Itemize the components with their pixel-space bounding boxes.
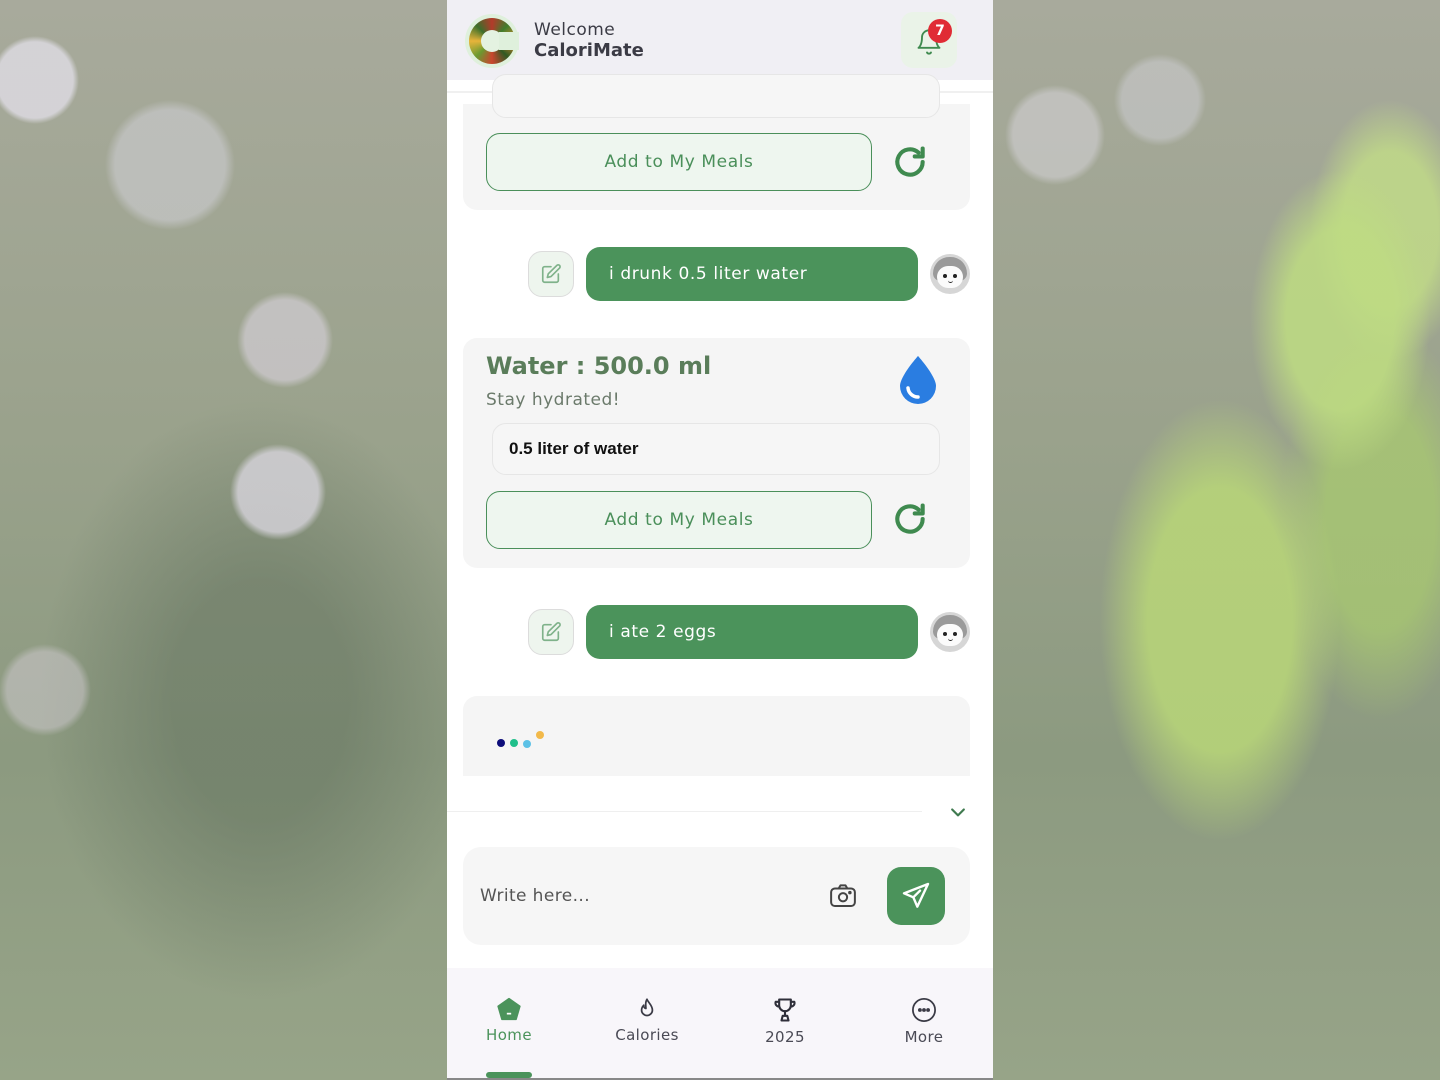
- camera-icon[interactable]: [828, 881, 858, 911]
- home-icon: [497, 997, 521, 1021]
- water-result-card: Water : 500.0 ml Stay hydrated! 0.5 lite…: [463, 338, 970, 568]
- nav-item-home[interactable]: Home: [459, 996, 559, 1056]
- meal-item-text: 0.5 liter of water: [509, 439, 639, 458]
- send-button[interactable]: [887, 867, 945, 925]
- nav-item-calories[interactable]: Calories: [597, 996, 697, 1056]
- app-name: CaloriMate: [534, 40, 644, 61]
- user-message-bubble: i ate 2 eggs: [586, 605, 918, 659]
- message-input[interactable]: [480, 877, 810, 915]
- trophy-icon: [774, 998, 796, 1022]
- water-card-subtitle: Stay hydrated!: [486, 390, 621, 410]
- meal-card-previous: Add to My Meals: [463, 74, 970, 210]
- notification-badge: 7: [928, 19, 952, 43]
- nav-label: More: [904, 1028, 944, 1046]
- message-composer: [463, 847, 970, 945]
- app-header: Welcome CaloriMate 7: [447, 0, 993, 80]
- more-icon: [912, 998, 936, 1022]
- water-card-title: Water : 500.0 ml: [486, 352, 712, 380]
- user-avatar: [930, 254, 970, 294]
- edit-message-button[interactable]: [528, 251, 574, 297]
- flame-icon: [640, 998, 654, 1017]
- nav-item-2025[interactable]: 2025: [735, 996, 835, 1056]
- add-to-my-meals-button[interactable]: Add to My Meals: [486, 133, 872, 191]
- edit-icon: [541, 622, 561, 642]
- meal-item-field[interactable]: 0.5 liter of water: [492, 423, 940, 475]
- edit-message-button[interactable]: [528, 609, 574, 655]
- nav-label: Home: [486, 1026, 532, 1044]
- calorimate-logo-icon: [465, 14, 519, 68]
- nav-item-more[interactable]: More: [874, 996, 974, 1056]
- nav-label: Calories: [615, 1026, 679, 1044]
- welcome-text: Welcome: [534, 20, 616, 40]
- typing-dot: [536, 731, 544, 739]
- chat-message-user: i drunk 0.5 liter water: [447, 247, 993, 305]
- assistant-typing-card: [463, 696, 970, 776]
- notifications-button[interactable]: [901, 12, 957, 68]
- user-message-bubble: i drunk 0.5 liter water: [586, 247, 918, 301]
- typing-dot: [497, 739, 505, 747]
- meal-item-field: [492, 74, 940, 118]
- user-avatar: [930, 612, 970, 652]
- send-icon: [902, 882, 930, 908]
- typing-dot: [523, 740, 531, 748]
- add-to-my-meals-button[interactable]: Add to My Meals: [486, 491, 872, 549]
- nav-label: 2025: [765, 1028, 805, 1046]
- refresh-icon[interactable]: [891, 143, 929, 181]
- typing-dot: [510, 739, 518, 747]
- chat-message-user: i ate 2 eggs: [447, 605, 993, 663]
- chat-divider: [447, 811, 922, 812]
- edit-icon: [541, 264, 561, 284]
- refresh-icon[interactable]: [891, 500, 929, 538]
- water-drop-icon: [900, 356, 936, 404]
- bottom-navigation: Home Calories 2025 More: [447, 968, 993, 1080]
- phone-screen: Welcome CaloriMate 7 Add to My Meals i d…: [447, 0, 993, 1080]
- scroll-down-chevron-icon[interactable]: [947, 802, 969, 822]
